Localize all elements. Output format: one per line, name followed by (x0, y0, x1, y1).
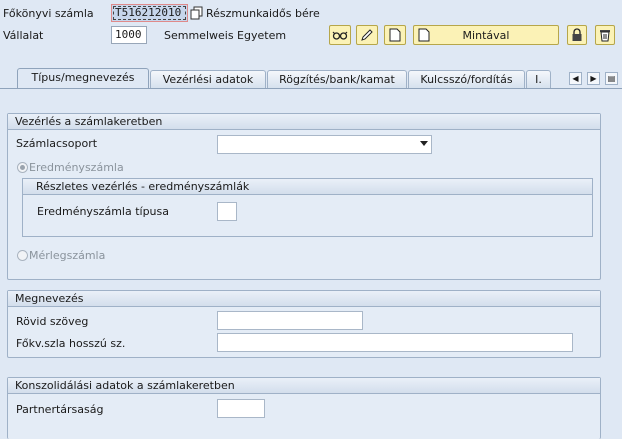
company-label: Vállalat (3, 29, 44, 42)
glasses-icon (332, 29, 348, 41)
account-label: Főkönyvi számla (3, 7, 94, 20)
pl-type-field[interactable] (217, 202, 237, 221)
chevron-down-icon (420, 141, 428, 146)
short-text-label: Rövid szöveg (16, 315, 89, 328)
page-icon (418, 28, 430, 42)
blank-page-icon (389, 28, 401, 42)
tab-scroll-right-button[interactable]: ▶ (587, 72, 600, 85)
company-code-field[interactable]: 1000 (111, 26, 147, 44)
company-description: Semmelweis Egyetem (164, 29, 287, 42)
edit-button[interactable] (356, 25, 378, 45)
delete-button[interactable] (595, 25, 615, 45)
tab-control-data[interactable]: Vezérlési adatok (150, 70, 266, 88)
pl-account-radio[interactable] (17, 162, 28, 173)
description-group-title: Megnevezés (8, 291, 600, 307)
tab-entry-bank-interest[interactable]: Rögzítés/bank/kamat (267, 70, 407, 88)
pl-type-label: Eredményszámla típusa (37, 205, 169, 218)
tab-underline (0, 88, 622, 89)
bs-account-label: Mérlegszámla (29, 249, 106, 262)
create-button[interactable] (384, 25, 406, 45)
tab-list-button[interactable]: ▤ (605, 72, 618, 85)
detail-control-title: Részletes vezérlés - eredményszámlák (23, 179, 592, 195)
tab-scroll-left-button[interactable]: ◀ (569, 72, 582, 85)
consolidation-group-title: Konszolidálási adatok a számlakeretben (8, 378, 600, 394)
partner-company-label: Partnertársaság (16, 403, 104, 416)
long-text-label: Főkv.szla hosszú sz. (16, 337, 126, 350)
account-number-field[interactable]: T516212010 (111, 4, 188, 22)
lock-button[interactable] (567, 25, 587, 45)
control-group-title: Vezérlés a számlakeretben (8, 114, 600, 130)
trash-icon (599, 28, 611, 42)
long-text-field[interactable] (217, 333, 573, 352)
display-change-button[interactable] (329, 25, 351, 45)
account-description: Részmunkaidős bére (206, 7, 320, 20)
account-group-label: Számlacsoport (16, 137, 98, 150)
pl-account-label: Eredményszámla (29, 161, 124, 174)
copy-icon[interactable] (190, 6, 203, 20)
bs-account-radio[interactable] (17, 250, 28, 261)
tab-type-description[interactable]: Típus/megnevezés (17, 68, 149, 89)
partner-company-field[interactable] (217, 399, 265, 418)
tab-more[interactable]: I. (526, 70, 551, 88)
with-template-label: Mintával (462, 28, 510, 42)
tab-strip: Típus/megnevezés Vezérlési adatok Rögzít… (0, 66, 622, 89)
tab-keyword-translation[interactable]: Kulcsszó/fordítás (408, 70, 525, 88)
short-text-field[interactable] (217, 311, 363, 330)
with-template-button[interactable]: Mintával (413, 25, 559, 45)
lock-icon (571, 28, 583, 42)
account-group-dropdown[interactable] (217, 135, 432, 154)
pencil-icon (360, 28, 374, 42)
